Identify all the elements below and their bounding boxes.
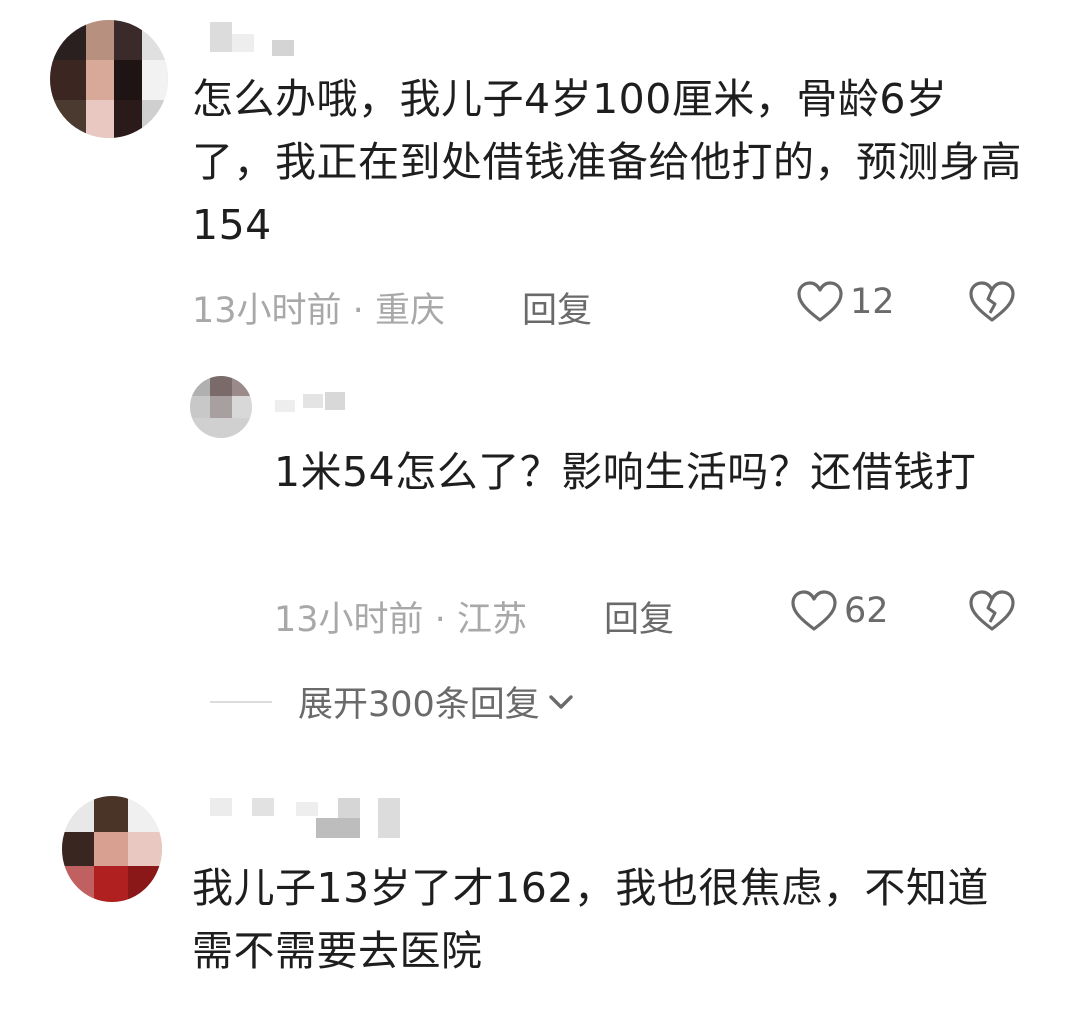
username[interactable] [275,388,375,414]
meta-separator: · [423,600,457,640]
like-count: 12 [850,282,895,322]
comment-meta: 13小时前 · 重庆 [192,282,445,333]
username[interactable] [210,22,330,62]
heart-outline-icon [797,281,843,322]
broken-heart-icon[interactable] [968,589,1016,633]
comment-text: 怎么办哦，我儿子4岁100厘米，骨龄6岁了，我正在到处借钱准备给他打的，预测身高… [192,75,1022,249]
comment-time: 13小时前 [274,600,424,640]
comment-location: 重庆 [374,291,445,331]
chevron-down-icon [549,694,573,709]
expand-replies-button[interactable]: 展开300条回复 [210,676,576,727]
avatar[interactable] [190,376,252,438]
expand-replies-label: 展开300条回复 [298,685,540,725]
like-button[interactable]: 62 [790,589,889,633]
reply-button[interactable]: 回复 [604,591,674,642]
reply-button[interactable]: 回复 [522,282,592,333]
divider-line [210,700,272,703]
meta-separator: · [341,291,375,331]
avatar[interactable] [50,20,168,138]
like-count: 62 [844,591,889,631]
username[interactable] [210,798,410,842]
avatar[interactable] [62,796,162,902]
comment-time: 13小时前 [192,291,342,331]
comment-meta: 13小时前 · 江苏 [274,591,527,642]
broken-heart-icon[interactable] [968,280,1016,324]
like-button[interactable]: 12 [796,280,895,324]
comment-location: 江苏 [456,600,527,640]
heart-outline-icon [791,590,837,631]
comment-text: 1米54怎么了？影响生活吗？还借钱打 [274,448,977,496]
comment-text: 我儿子13岁了才162，我也很焦虑，不知道需不需要去医院 [192,864,989,975]
